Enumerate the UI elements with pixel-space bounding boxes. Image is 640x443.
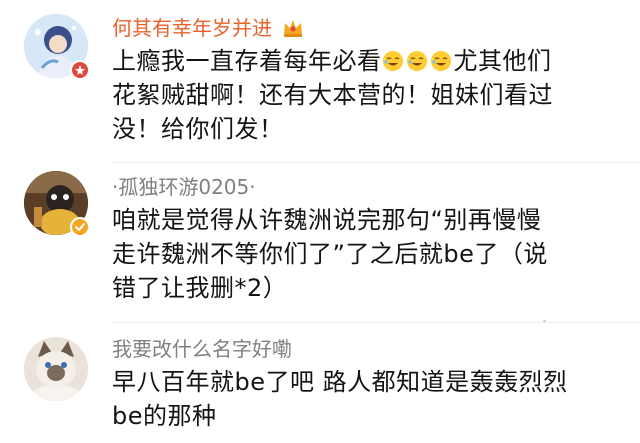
comment-line: 花絮贼甜啊！还有大本营的！姐妹们看过: [112, 81, 553, 109]
comment-line: 咱就是觉得从许魏洲说完那句“别再慢慢: [112, 206, 542, 234]
comment-text-segment: 尤其他们: [453, 47, 552, 75]
username[interactable]: 何其有幸年岁并进: [112, 16, 304, 40]
username[interactable]: ·孤独环游0205·: [112, 175, 256, 199]
comment-line: 走许魏洲不等你们了”了之后就be了（说: [112, 240, 548, 268]
laughing-emoji-icon: [430, 51, 451, 71]
comment-text: 咱就是觉得从许魏洲说完那句“别再慢慢 走许魏洲不等你们了”了之后就be了（说 错…: [112, 203, 612, 305]
laughing-emoji-icon: [382, 51, 403, 71]
username-text[interactable]: ·孤独环游0205·: [112, 175, 256, 199]
username-text[interactable]: 何其有幸年岁并进: [112, 16, 272, 40]
username-text[interactable]: 我要改什么名字好嘞: [112, 337, 292, 361]
comment-line: 上瘾我一直存着每年必看 尤其他们: [112, 44, 612, 78]
comment-line: 没！给你们发！: [112, 115, 284, 143]
verified-badge-icon: [70, 217, 90, 237]
comment-line: be的那种: [112, 402, 217, 430]
red-badge-icon: [70, 60, 90, 80]
comment-line: 早八百年就be了吧 路人都知道是轰轰烈烈: [112, 368, 568, 396]
username[interactable]: 我要改什么名字好嘞: [112, 337, 292, 361]
avatar[interactable]: [24, 337, 88, 401]
comment-item: 何其有幸年岁并进 上瘾我一直存着每年必看 尤其他们 花絮贼甜啊！还有大本营的！姐妹…: [0, 0, 640, 165]
laughing-emoji-icon: [406, 51, 427, 71]
comment-text: 上瘾我一直存着每年必看 尤其他们 花絮贼甜啊！还有大本营的！姐妹们看过 没！给你们…: [112, 44, 612, 146]
comment-item: ·孤独环游0205· 咱就是觉得从许魏洲说完那句“别再慢慢 走许魏洲不等你们了”…: [0, 163, 640, 325]
comment-item: 我要改什么名字好嘞 早八百年就be了吧 路人都知道是轰轰烈烈 be的那种: [0, 323, 640, 443]
comment-text: 早八百年就be了吧 路人都知道是轰轰烈烈 be的那种: [112, 365, 612, 433]
comment-line: 错了让我删*2）: [112, 274, 288, 302]
comment-text-segment: 上瘾我一直存着每年必看: [112, 47, 382, 75]
crown-icon: [282, 18, 304, 38]
